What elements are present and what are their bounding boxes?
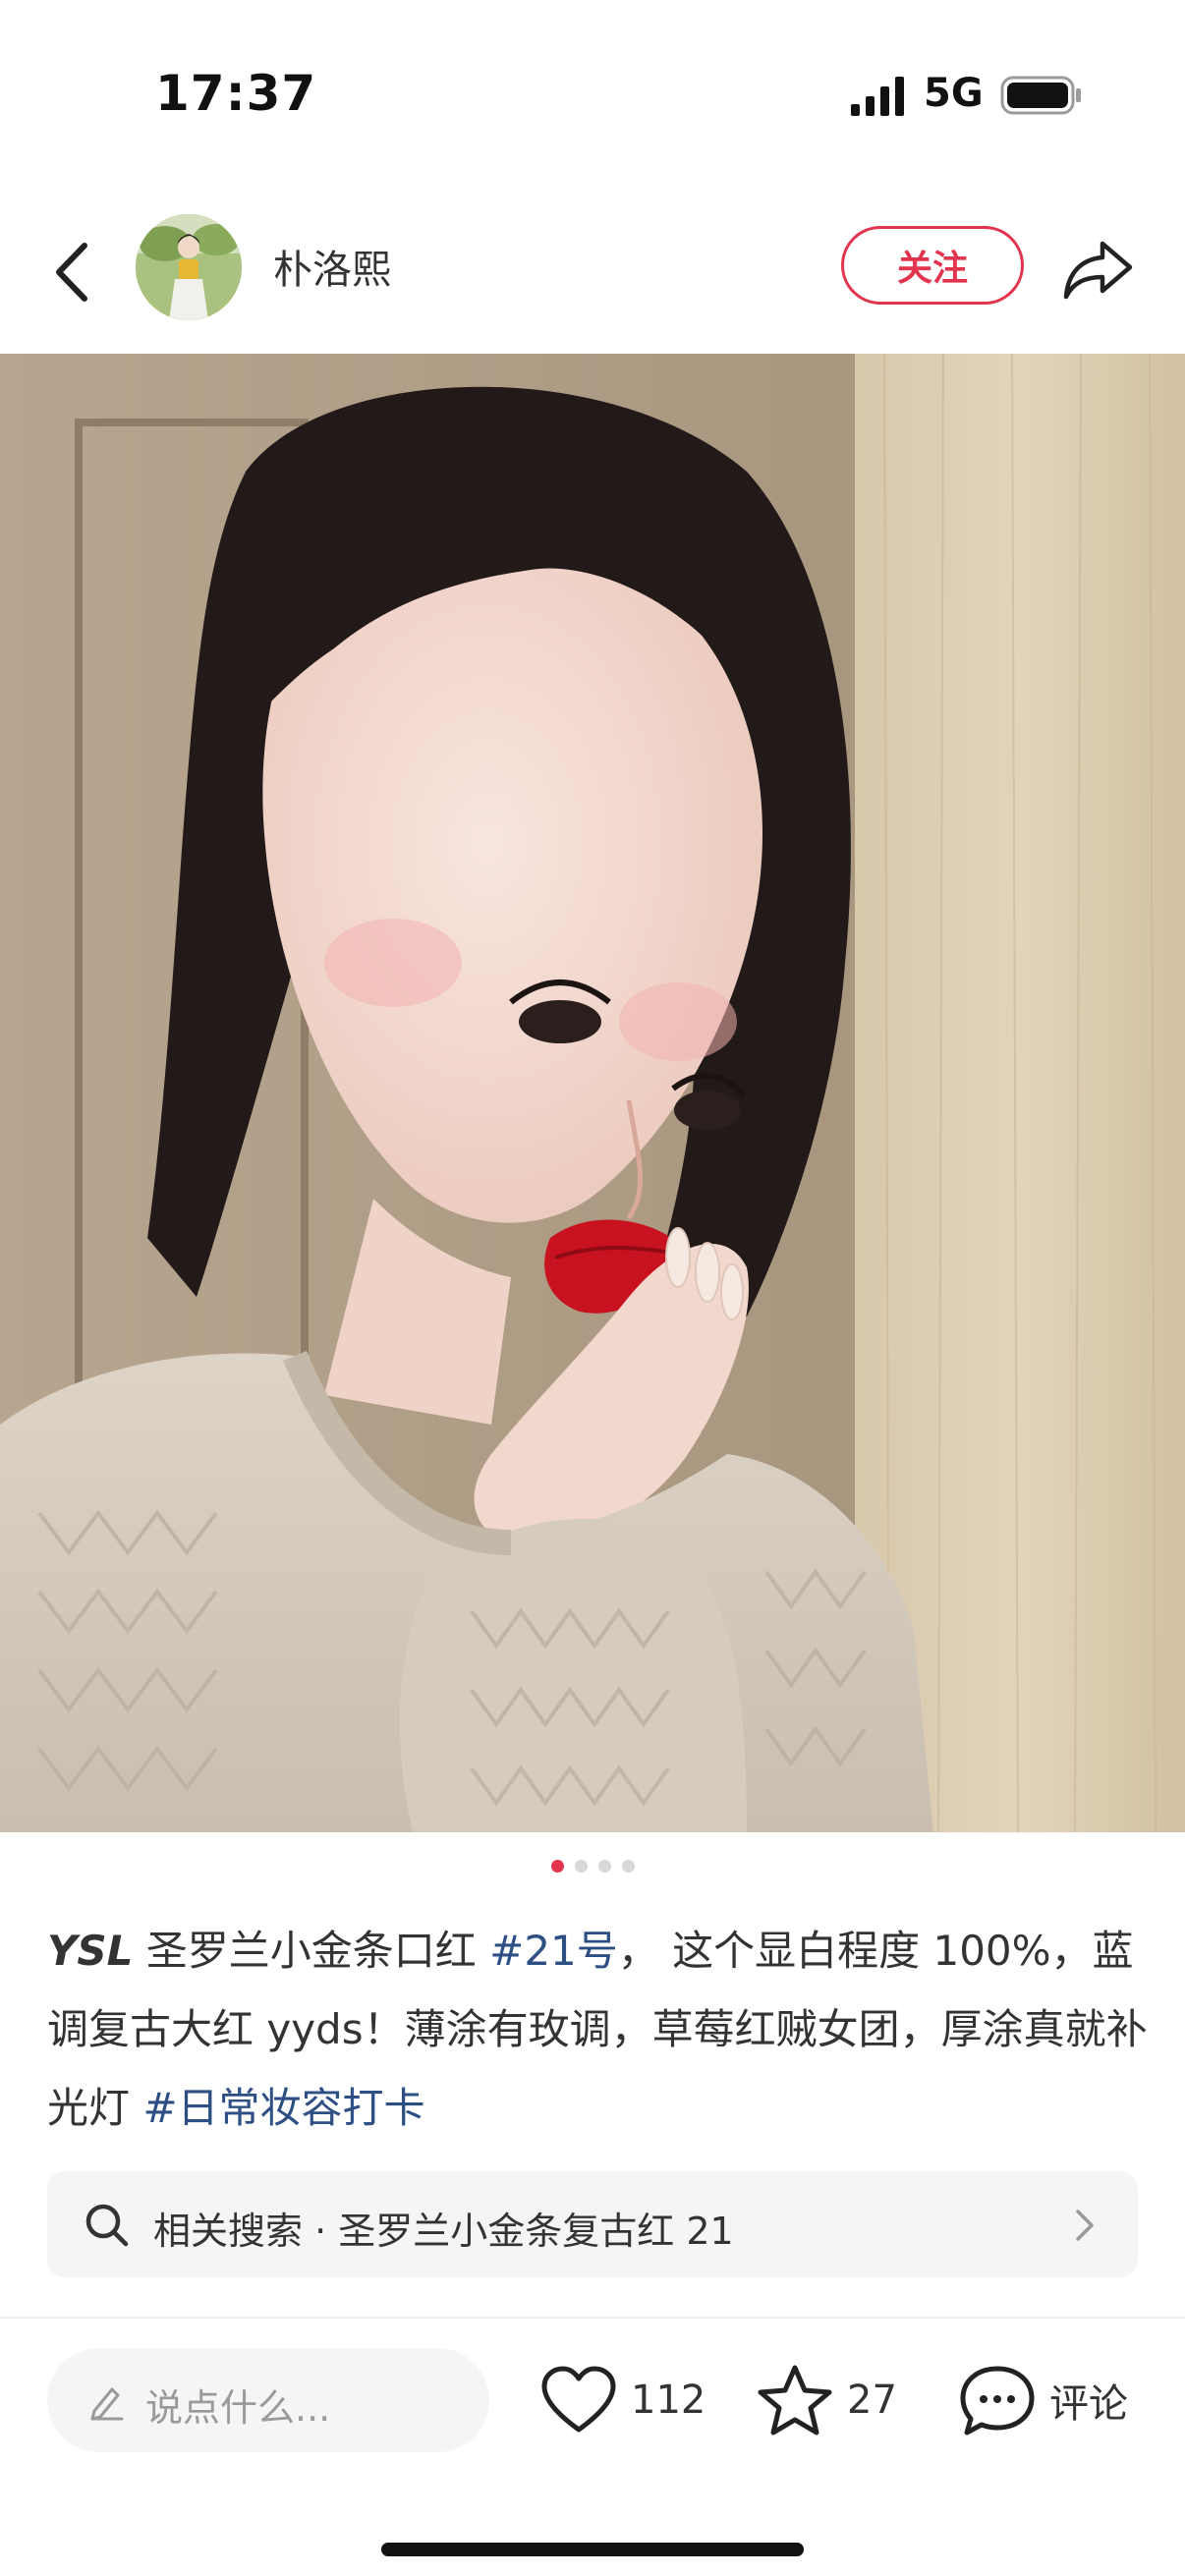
home-indicator	[381, 2543, 804, 2556]
comment-placeholder: 说点什么...	[145, 2386, 331, 2430]
photo-image	[0, 354, 1185, 1832]
divider	[0, 2317, 1185, 2319]
follow-button[interactable]: 关注	[841, 226, 1024, 305]
hashtag-link[interactable]: #日常妆容打卡	[142, 2084, 424, 2132]
comment-input[interactable]: 说点什么...	[47, 2348, 489, 2452]
like-count: 112	[631, 2378, 706, 2423]
search-icon	[85, 2204, 129, 2247]
status-time: 17:37	[155, 65, 317, 122]
battery-icon	[1000, 76, 1081, 115]
chevron-left-icon[interactable]	[43, 228, 102, 316]
hashtag-link[interactable]: #21号	[489, 1927, 618, 1975]
collect-count: 27	[847, 2378, 897, 2423]
caption-text: 圣罗兰小金条口红	[133, 1927, 490, 1975]
page-dot	[574, 1860, 588, 1873]
avatar-image	[136, 214, 242, 320]
network-label: 5G	[924, 71, 984, 116]
comment-button[interactable]: 评论	[959, 2358, 1128, 2442]
related-search-bar[interactable]: 相关搜索 · 圣罗兰小金条复古红 21	[47, 2171, 1138, 2277]
avatar[interactable]	[136, 214, 242, 320]
note-photo[interactable]	[0, 354, 1185, 1832]
signal-bars-icon	[851, 77, 904, 116]
heart-icon	[541, 2366, 616, 2433]
page-dot-active	[550, 1860, 564, 1873]
collect-button[interactable]: 27	[757, 2358, 897, 2442]
like-button[interactable]: 112	[540, 2358, 705, 2442]
page-dot	[621, 1860, 635, 1873]
comment-label: 评论	[1049, 2381, 1128, 2427]
chevron-right-icon	[1076, 2210, 1094, 2241]
page-indicator	[0, 1860, 1185, 1876]
related-search-label: 相关搜索 · 圣罗兰小金条复古红 21	[153, 2210, 734, 2253]
share-icon[interactable]	[1061, 234, 1136, 305]
status-bar: 17:37 5G	[0, 0, 1185, 187]
star-icon	[758, 2365, 832, 2436]
note-caption: YSL 圣罗兰小金条口红 #21号， 这个显白程度 100%，蓝调复古大红 yy…	[47, 1912, 1148, 2148]
note-header: 朴洛熙 关注	[0, 187, 1185, 354]
pen-icon	[90, 2387, 124, 2421]
comment-bubble-icon	[960, 2366, 1035, 2436]
author-name[interactable]: 朴洛熙	[273, 238, 391, 295]
caption-brand: YSL	[47, 1927, 134, 1975]
page-dot	[597, 1860, 611, 1873]
